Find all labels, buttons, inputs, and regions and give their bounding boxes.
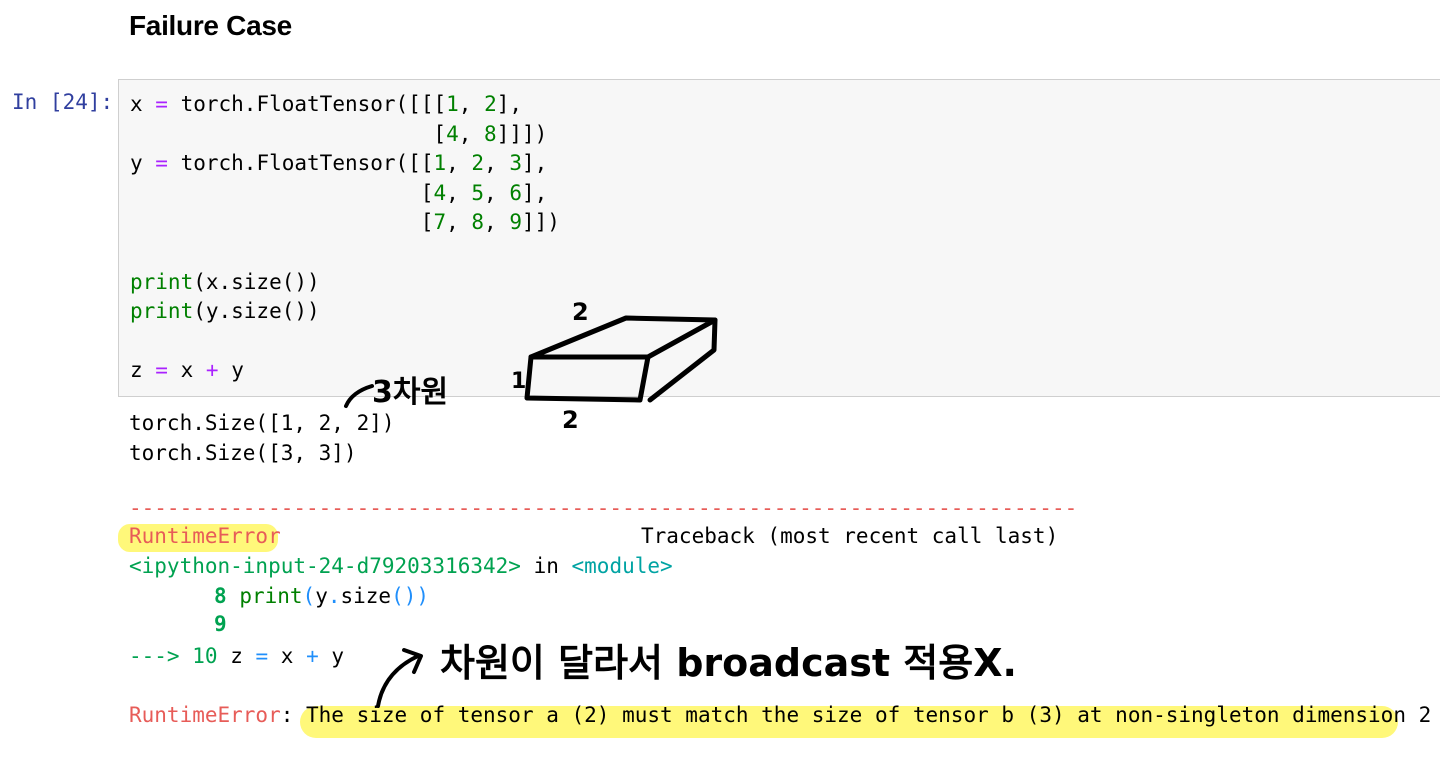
box-sketch-icon (524, 315, 718, 403)
handwritten-annotations: 3차원 2 1 2 차원이 달라서 broadcast 적용X. (344, 298, 1017, 708)
broadcast-arrow-icon (376, 648, 423, 708)
dim-label-left: 1 (511, 369, 526, 394)
dim-label-top: 2 (572, 298, 589, 326)
dim-note: 3차원 (372, 375, 448, 410)
broadcast-note: 차원이 달라서 broadcast 적용X. (440, 641, 1017, 685)
dim-label-bottom: 2 (562, 406, 579, 434)
dim-arrow-icon (344, 384, 374, 408)
